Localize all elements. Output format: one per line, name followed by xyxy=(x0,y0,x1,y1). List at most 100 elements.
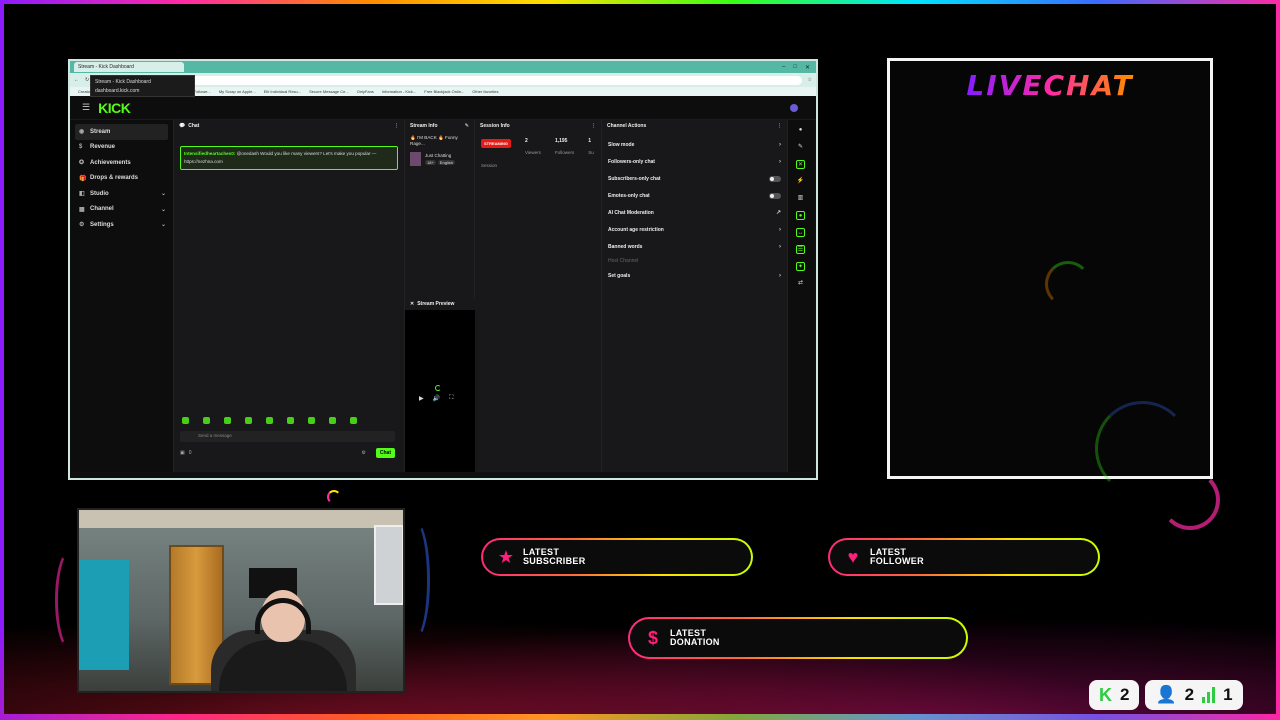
close-icon[interactable]: ✕ xyxy=(410,301,414,307)
toggle-switch[interactable] xyxy=(769,175,781,182)
chat-count: 0 xyxy=(188,450,192,456)
bookmark-item[interactable]: OnlyFans xyxy=(357,89,374,94)
follower-counter: 👤 2 1 xyxy=(1145,680,1243,710)
minimize-icon[interactable]: – xyxy=(782,64,785,71)
sidebar-item-achievements[interactable]: ✪ Achievements xyxy=(75,155,168,171)
expand-icon[interactable]: ↔ xyxy=(796,228,805,237)
emote-icon[interactable] xyxy=(308,417,315,424)
stream-preview-panel: ✕ Stream Preview ▶ 🔊 ⛶ xyxy=(405,298,475,472)
bookmark-item[interactable]: Secure Message Ce... xyxy=(309,89,349,94)
tag-badge: 18+ xyxy=(425,160,436,165)
volume-icon[interactable]: 🔊 xyxy=(433,395,440,402)
latest-donation-box: $ LATEST DONATION xyxy=(628,617,968,659)
play-icon[interactable]: ▶ xyxy=(419,395,424,402)
session-menu-icon[interactable]: ⋮ xyxy=(591,123,596,129)
chat-title: Chat xyxy=(188,123,200,129)
close-icon[interactable]: ✕ xyxy=(805,64,810,71)
chat-message[interactable]: Intensifiedheartaches0: @onedash Would y… xyxy=(180,146,398,170)
tool-icon[interactable]: ✦ xyxy=(796,262,805,271)
action-account-age-restriction[interactable]: Account age restriction › xyxy=(602,221,787,238)
category-name: Just Chatting xyxy=(425,153,452,158)
share-icon[interactable]: ⇄ xyxy=(796,279,805,288)
sidebar-item-label: Settings xyxy=(90,221,114,228)
session-info-header: Session Info ⋮ xyxy=(475,120,601,132)
kick-icon: K xyxy=(1099,684,1112,705)
chat-bubble-icon[interactable]: ● xyxy=(796,211,805,220)
emote-icon[interactable] xyxy=(182,417,189,424)
toggle-switch[interactable] xyxy=(769,192,781,199)
sidebar-item-revenue[interactable]: $ Revenue xyxy=(75,140,168,156)
sidebar-item-stream[interactable]: ◉ Stream xyxy=(75,124,168,140)
action-ai-chat-moderation[interactable]: AI Chat Moderation ↗ xyxy=(602,204,787,221)
bookmark-item[interactable]: Free Blackjack Onlin... xyxy=(424,89,464,94)
sidebar-item-label: Stream xyxy=(90,128,111,135)
sidebar-icon: ⚙ xyxy=(79,222,85,229)
emote-icon[interactable] xyxy=(329,417,336,424)
chat-send-button[interactable]: Chat xyxy=(375,448,395,458)
chat-icon: 💬 xyxy=(179,123,186,129)
menu-icon[interactable]: ☰ xyxy=(82,102,90,113)
action-banned-words[interactable]: Banned words › xyxy=(602,238,787,255)
layout-icon[interactable]: ☰ xyxy=(796,245,805,254)
back-icon[interactable]: ← xyxy=(74,77,79,83)
webcam-feed xyxy=(77,508,405,693)
action-subscribers-only-chat[interactable]: Subscribers-only chat xyxy=(602,170,787,187)
sidebar-item-channel[interactable]: ▦ Channel ⌄ xyxy=(75,202,168,218)
chat-username[interactable]: Intensifiedheartaches0: xyxy=(184,151,235,156)
stat-viewers: 2 Viewers xyxy=(525,138,541,155)
close-icon[interactable]: ✕ xyxy=(796,160,805,169)
star-icon[interactable]: ☆ xyxy=(808,77,812,83)
emote-icon[interactable] xyxy=(350,417,357,424)
bookmark-item[interactable]: Other favorites xyxy=(472,89,498,94)
kick-logo[interactable]: KICK xyxy=(98,100,131,116)
sidebar: ◉ Stream $ Revenue ✪ Achievements 🎁 Drops & rew… xyxy=(70,120,173,472)
chat-input[interactable]: Send a message xyxy=(180,431,395,442)
stream-preview-header: ✕ Stream Preview xyxy=(405,298,475,310)
sidebar-item-label: Drops & rewards xyxy=(90,175,139,182)
address-bar[interactable]: dashboard.kick.com xyxy=(95,75,802,85)
sidebar-item-label: Studio xyxy=(90,190,109,197)
emote-icon[interactable] xyxy=(245,417,252,424)
bookmark-item[interactable]: Elit Individual Resu... xyxy=(264,89,301,94)
settings-icon[interactable]: ⚙ xyxy=(361,450,365,456)
action-set-goals[interactable]: Set goals › xyxy=(602,267,787,284)
bookmark-item[interactable]: My Scrap on Apple... xyxy=(219,89,256,94)
action-host-channel[interactable]: Host Channel xyxy=(602,255,787,267)
fullscreen-icon[interactable]: ⛶ xyxy=(449,395,453,402)
actions-menu-icon[interactable]: ⋮ xyxy=(777,123,782,129)
sidebar-item-label: Achievements xyxy=(90,159,131,166)
refresh-icon[interactable]: ↻ xyxy=(85,77,89,83)
browser-tab[interactable]: Stream - Kick Dashboard xyxy=(74,62,184,72)
bookmark-item[interactable]: Information - Kick... xyxy=(382,89,416,94)
action-emotes-only-chat[interactable]: Emotes-only chat xyxy=(602,187,787,204)
avatar[interactable] xyxy=(790,103,798,112)
action-followers-only-chat[interactable]: Followers-only chat › xyxy=(602,153,787,170)
clip-icon[interactable]: ▥ xyxy=(796,194,805,203)
chevron-down-icon: ⌄ xyxy=(160,191,166,198)
browser-window: Stream - Kick Dashboard – □ ✕ ← ↻ dashbo… xyxy=(68,59,818,480)
chat-menu-icon[interactable]: ⋮ xyxy=(394,123,399,129)
sidebar-item-drops-rewards[interactable]: 🎁 Drops & rewards xyxy=(75,171,168,187)
edit-icon[interactable]: ✎ xyxy=(465,123,469,129)
flash-icon[interactable]: ⚡ xyxy=(796,177,805,186)
kick-header: ☰ KICK xyxy=(70,96,816,120)
emote-icon[interactable] xyxy=(203,417,210,424)
category-thumbnail xyxy=(410,152,421,166)
neon-accent xyxy=(327,490,341,504)
info-icon[interactable]: ● xyxy=(796,126,805,135)
stream-preview-title: Stream Preview xyxy=(417,301,455,307)
chevron-right-icon: › xyxy=(779,226,781,233)
chevron-right-icon: › xyxy=(779,158,781,165)
emote-icon[interactable] xyxy=(266,417,273,424)
pencil-icon[interactable]: ✎ xyxy=(796,143,805,152)
stream-info-column: Stream Info ✎ 🔥 I'M BACK 🔥 Funny Rage...… xyxy=(404,120,475,472)
sidebar-item-settings[interactable]: ⚙ Settings ⌄ xyxy=(75,217,168,233)
emote-icon[interactable] xyxy=(224,417,231,424)
maximize-icon[interactable]: □ xyxy=(793,64,797,71)
heart-icon: ♥ xyxy=(847,546,859,567)
sidebar-icon: ◉ xyxy=(79,129,85,136)
emote-icon[interactable] xyxy=(287,417,294,424)
sidebar-item-studio[interactable]: ◧ Studio ⌄ xyxy=(75,186,168,202)
loading-spinner-icon xyxy=(435,385,441,391)
sidebar-icon: ▦ xyxy=(79,206,85,213)
